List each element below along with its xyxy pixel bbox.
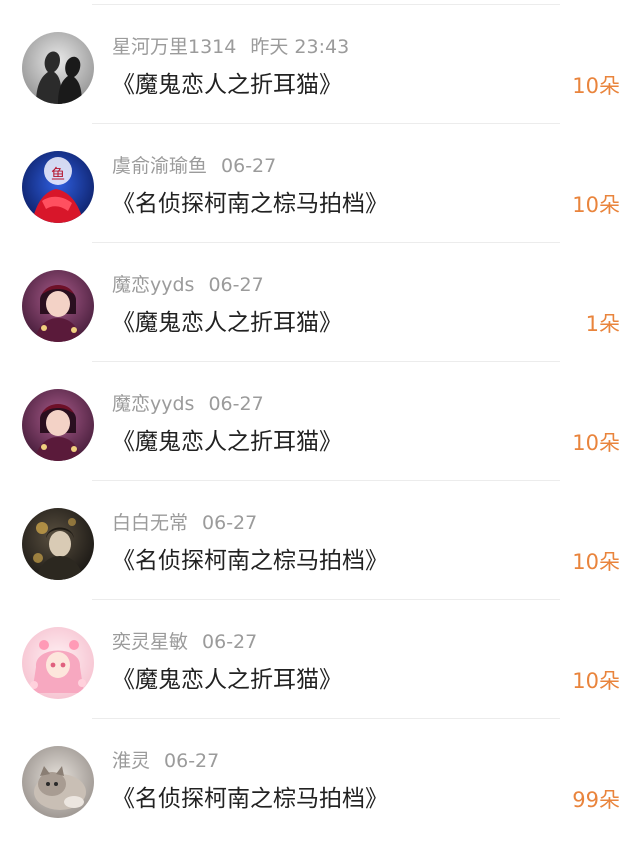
silhouette-avatar-icon — [22, 32, 94, 104]
timestamp: 06-27 — [208, 393, 264, 415]
book-title[interactable]: 《魔鬼恋人之折耳猫》 — [112, 69, 342, 101]
avatar[interactable] — [22, 627, 94, 699]
anime-character-avatar-icon — [22, 270, 94, 342]
timestamp: 06-27 — [202, 631, 258, 653]
timestamp: 昨天 23:43 — [250, 36, 350, 58]
username[interactable]: 白白无常 — [112, 512, 188, 534]
book-title[interactable]: 《魔鬼恋人之折耳猫》 — [112, 664, 342, 696]
flower-count: 99朵 — [572, 788, 620, 812]
comment-meta: 魔恋yyds 06-27 — [112, 273, 264, 297]
comment-meta: 星河万里1314 昨天 23:43 — [112, 35, 349, 59]
anime-character-avatar-icon — [22, 389, 94, 461]
username[interactable]: 奕灵星敏 — [112, 631, 188, 653]
username[interactable]: 星河万里1314 — [112, 36, 236, 58]
list-item[interactable]: 魔恋yyds 06-27 《魔鬼恋人之折耳猫》 10朵 — [0, 362, 640, 481]
timestamp: 06-27 — [221, 155, 277, 177]
svg-text:鱼: 鱼 — [51, 166, 65, 183]
list-item[interactable]: 淮灵 06-27 《名侦探柯南之棕马拍档》 99朵 — [0, 719, 640, 838]
dark-gold-art-avatar-icon — [22, 508, 94, 580]
avatar[interactable]: 鱼 — [22, 151, 94, 223]
list-item[interactable]: 鱼 虞俞渝瑜鱼 06-27 《名侦探柯南之棕马拍档》 10朵 — [0, 124, 640, 243]
list-item[interactable]: 魔恋yyds 06-27 《魔鬼恋人之折耳猫》 1朵 — [0, 243, 640, 362]
avatar[interactable] — [22, 270, 94, 342]
comment-meta: 白白无常 06-27 — [112, 511, 257, 535]
cat-photo-avatar-icon — [22, 746, 94, 818]
book-title[interactable]: 《名侦探柯南之棕马拍档》 — [112, 545, 388, 577]
book-title[interactable]: 《魔鬼恋人之折耳猫》 — [112, 426, 342, 458]
avatar[interactable] — [22, 508, 94, 580]
gift-list: 星河万里1314 昨天 23:43 《魔鬼恋人之折耳猫》 10朵 鱼 虞俞渝瑜鱼 0… — [0, 0, 640, 843]
flower-count: 1朵 — [585, 312, 620, 336]
book-title[interactable]: 《名侦探柯南之棕马拍档》 — [112, 783, 388, 815]
flower-count: 10朵 — [572, 550, 620, 574]
username[interactable]: 虞俞渝瑜鱼 — [112, 155, 207, 177]
pink-anime-girl-avatar-icon — [22, 627, 94, 699]
comment-meta: 奕灵星敏 06-27 — [112, 630, 257, 654]
timestamp: 06-27 — [164, 750, 220, 772]
red-blue-art-avatar-icon: 鱼 — [22, 151, 94, 223]
flower-count: 10朵 — [572, 74, 620, 98]
avatar[interactable] — [22, 32, 94, 104]
avatar[interactable] — [22, 389, 94, 461]
flower-count: 10朵 — [572, 193, 620, 217]
timestamp: 06-27 — [208, 274, 264, 296]
timestamp: 06-27 — [202, 512, 258, 534]
book-title[interactable]: 《魔鬼恋人之折耳猫》 — [112, 307, 342, 339]
flower-count: 10朵 — [572, 431, 620, 455]
list-item[interactable]: 奕灵星敏 06-27 《魔鬼恋人之折耳猫》 10朵 — [0, 600, 640, 719]
username[interactable]: 魔恋yyds — [112, 274, 194, 296]
book-title[interactable]: 《名侦探柯南之棕马拍档》 — [112, 188, 388, 220]
list-item[interactable]: 白白无常 06-27 《名侦探柯南之棕马拍档》 10朵 — [0, 481, 640, 600]
comment-meta: 淮灵 06-27 — [112, 749, 219, 773]
comment-meta: 虞俞渝瑜鱼 06-27 — [112, 154, 276, 178]
username[interactable]: 魔恋yyds — [112, 393, 194, 415]
list-item[interactable]: 星河万里1314 昨天 23:43 《魔鬼恋人之折耳猫》 10朵 — [0, 5, 640, 124]
flower-count: 10朵 — [572, 669, 620, 693]
comment-meta: 魔恋yyds 06-27 — [112, 392, 264, 416]
avatar[interactable] — [22, 746, 94, 818]
username[interactable]: 淮灵 — [112, 750, 150, 772]
